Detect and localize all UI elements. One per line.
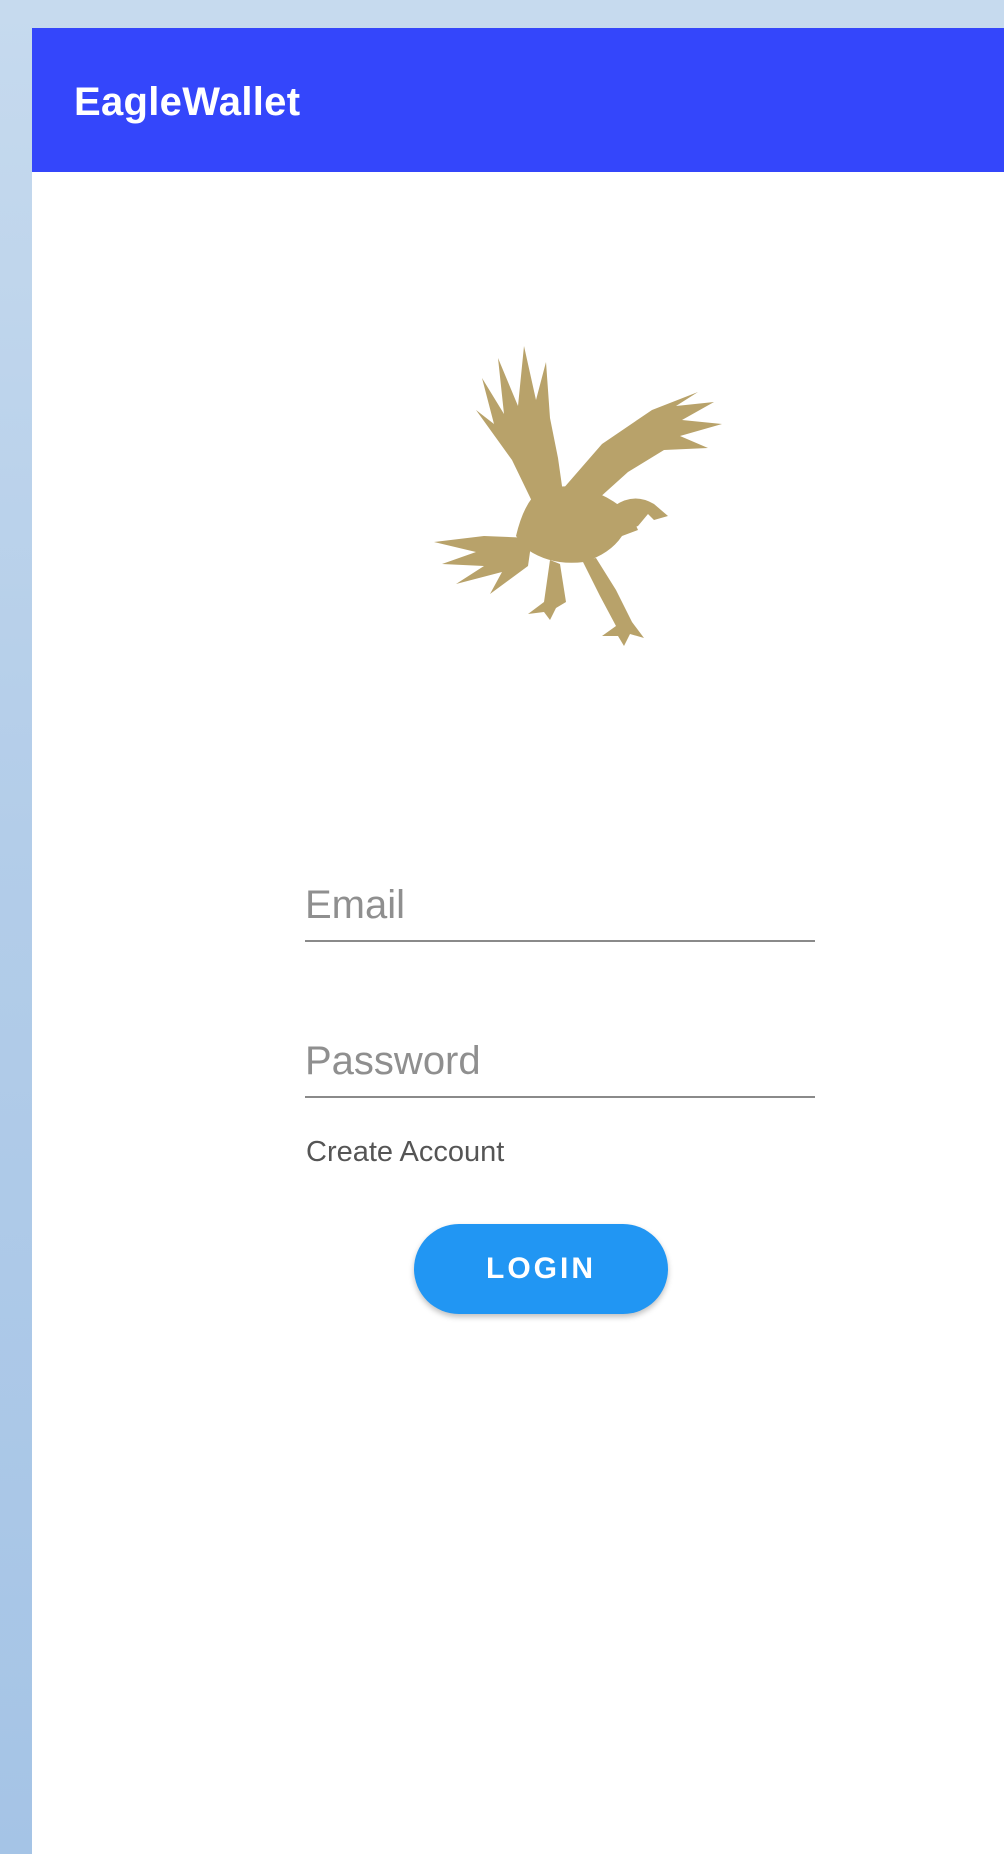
login-button[interactable]: LOGIN <box>414 1224 668 1314</box>
password-input[interactable] <box>305 1016 815 1096</box>
create-account-link[interactable]: Create Account <box>306 1136 504 1169</box>
app-screen: EagleWallet Create Acc <box>32 28 1004 1854</box>
app-bar: EagleWallet <box>32 28 1004 172</box>
eagle-logo-icon <box>432 340 726 660</box>
password-field[interactable] <box>305 1016 815 1098</box>
email-input[interactable] <box>305 860 815 940</box>
email-field[interactable] <box>305 860 815 942</box>
app-title: EagleWallet <box>74 80 301 124</box>
